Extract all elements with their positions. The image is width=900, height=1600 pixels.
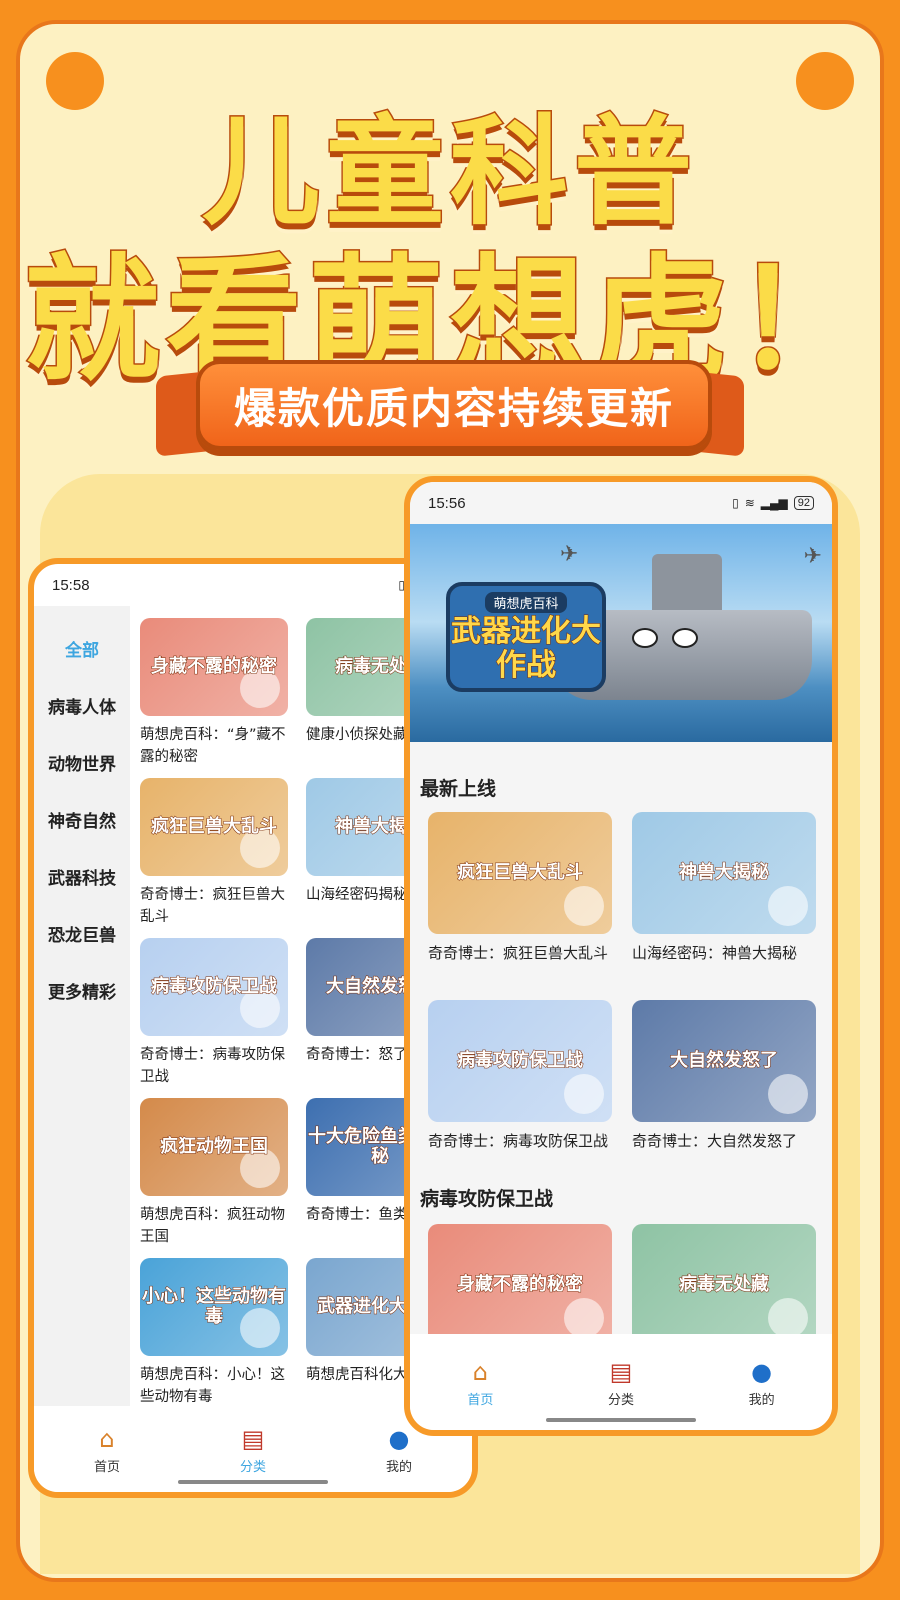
wifi-icon: ≋ [744,496,755,510]
sidebar-item[interactable]: 神奇自然 [34,791,130,848]
video-card[interactable]: 疯狂巨兽大乱斗奇奇博士：疯狂巨兽大乱斗 [140,778,288,928]
thumbnail-title: 病毒攻防保卫战 [457,1050,584,1071]
battery-icon: 92 [793,496,814,510]
video-thumbnail[interactable]: 大自然发怒了 [632,1000,816,1122]
status-bar: 15:56 ▯ ≋ ▂▄▆ 92 [410,482,832,524]
house-icon: ⌂ [472,1357,488,1386]
video-card[interactable]: 身藏不露的秘密萌想虎百科：“身”藏不露的秘密 [140,618,288,768]
thumbnail-title: 疯狂巨兽大乱斗 [457,862,584,883]
decor-orb [768,1074,808,1114]
video-title: 奇奇博士：疯狂巨兽大乱斗 [140,887,285,925]
thumbnail-title: 身藏不露的秘密 [457,1274,584,1295]
home-indicator [178,1480,328,1484]
video-thumbnail[interactable]: 疯狂巨兽大乱斗 [140,778,288,876]
video-card[interactable]: 病毒无处藏 [632,1224,816,1346]
tab-category[interactable]: ▤ 分类 [238,1424,268,1475]
tab-label: 我的 [385,1459,412,1475]
right-phone-screen: 15:56 ▯ ≋ ▂▄▆ 92 ✈ ✈ 萌想虎百科 武器进化大作战 最新上线 … [404,476,838,1436]
books-icon: ▤ [609,1357,633,1386]
video-thumbnail[interactable]: 身藏不露的秘密 [140,618,288,716]
thumbnail-title: 病毒无处藏 [679,1274,770,1295]
plane-icon: ✈ [560,542,579,567]
video-card[interactable]: 病毒攻防保卫战奇奇博士：病毒攻防保卫战 [140,938,288,1088]
virus-grid: 身藏不露的秘密 病毒无处藏 [428,1224,816,1346]
sidebar-item[interactable]: 武器科技 [34,848,130,905]
tab-label: 分类 [239,1459,266,1475]
video-card[interactable]: 大自然发怒了奇奇博士：大自然发怒了 [632,1000,816,1174]
signal-icon: ▂▄▆ [760,496,788,510]
video-card[interactable]: 病毒攻防保卫战奇奇博士：病毒攻防保卫战 [428,1000,612,1174]
section-title-virus: 病毒攻防保卫战 [420,1188,554,1210]
video-title: 奇奇博士：病毒攻防保卫战 [140,1047,285,1085]
video-thumbnail[interactable]: 神兽大揭秘 [632,812,816,934]
banner-badge: 萌想虎百科 武器进化大作战 [446,582,606,692]
thumbnail-title: 神兽大揭秘 [679,862,770,883]
decor-orb [768,886,808,926]
tab-label: 首页 [467,1392,494,1408]
status-time: 15:58 [52,576,90,594]
video-thumbnail[interactable]: 病毒攻防保卫战 [428,1000,612,1122]
video-thumbnail[interactable]: 病毒攻防保卫战 [140,938,288,1036]
user-icon: ● [751,1357,773,1386]
video-title: 奇奇博士：疯狂巨兽大乱斗 [428,944,609,962]
banner-title: 武器进化大作战 [451,613,602,683]
video-title: 萌想虎百科：疯狂动物王国 [140,1207,285,1245]
video-thumbnail[interactable]: 疯狂动物王国 [140,1098,288,1196]
thumbnail-title: 小心！这些动物有毒 [142,1286,287,1327]
tab-mine[interactable]: ● 我的 [384,1424,414,1475]
decor-orb [564,886,604,926]
status-time: 15:56 [428,494,466,512]
video-thumbnail[interactable]: 病毒无处藏 [632,1224,816,1346]
video-title: 奇奇博士：大自然发怒了 [632,1132,798,1150]
tab-home[interactable]: ⌂ 首页 [92,1424,122,1475]
tab-label: 分类 [607,1392,634,1408]
thumbnail-title: 疯狂动物王国 [160,1136,269,1157]
tab-mine[interactable]: ● 我的 [747,1357,777,1408]
home-indicator [546,1418,696,1422]
latest-grid: 疯狂巨兽大乱斗 奇奇博士：疯狂巨兽大乱斗 神兽大揭秘 山海经密码：神兽大揭秘 病毒攻防保… [428,812,816,1174]
status-icons: ▯ ≋ ▂▄▆ 92 [732,496,814,510]
decor-orb [768,1298,808,1338]
video-thumbnail[interactable]: 小心！这些动物有毒 [140,1258,288,1356]
video-thumbnail[interactable]: 身藏不露的秘密 [428,1224,612,1346]
bottom-tab-bar: ⌂ 首页 ▤ 分类 ● 我的 [410,1334,832,1430]
section-title-latest: 最新上线 [420,778,497,800]
ship-eye [672,628,698,648]
video-thumbnail[interactable]: 疯狂巨兽大乱斗 [428,812,612,934]
thumbnail-title: 疯狂巨兽大乱斗 [151,816,278,837]
decor-orb [564,1074,604,1114]
thumbnail-title: 病毒攻防保卫战 [151,976,278,997]
category-sidebar: 全部 病毒人体 动物世界 神奇自然 武器科技 恐龙巨兽 更多精彩 [34,606,130,1406]
house-icon: ⌂ [99,1424,115,1453]
decor-orb [564,1298,604,1338]
video-title: 奇奇博士：病毒攻防保卫战 [428,1132,609,1150]
sidebar-item[interactable]: 更多精彩 [34,962,130,1019]
tab-label: 首页 [93,1459,120,1475]
sidebar-item[interactable]: 动物世界 [34,734,130,791]
vibrate-icon: ▯ [732,496,739,510]
video-card[interactable]: 疯狂巨兽大乱斗奇奇博士：疯狂巨兽大乱斗 [428,812,612,986]
plane-icon: ✈ [803,544,822,569]
featured-banner[interactable]: ✈ ✈ 萌想虎百科 武器进化大作战 [410,524,832,742]
sidebar-item[interactable]: 全部 [34,620,130,677]
video-card[interactable]: 小心！这些动物有毒 萌想虎百科：小心！这些动物有毒 [140,1258,288,1408]
sidebar-item[interactable]: 病毒人体 [34,677,130,734]
tab-category[interactable]: ▤ 分类 [606,1357,636,1408]
video-card[interactable]: 神兽大揭秘山海经密码：神兽大揭秘 [632,812,816,986]
tab-home[interactable]: ⌂ 首页 [465,1357,495,1408]
banner-subtitle: 萌想虎百科 [485,591,567,613]
sidebar-item[interactable]: 恐龙巨兽 [34,905,130,962]
thumbnail-title: 身藏不露的秘密 [151,656,278,677]
video-title: 山海经密码：神兽大揭秘 [632,944,798,962]
thumbnail-title: 大自然发怒了 [670,1050,779,1071]
video-card[interactable]: 疯狂动物王国萌想虎百科：疯狂动物王国 [140,1098,288,1248]
video-title: 萌想虎百科：小心！这些动物有毒 [140,1367,285,1405]
tab-label: 我的 [748,1392,775,1408]
video-card[interactable]: 身藏不露的秘密 [428,1224,612,1346]
books-icon: ▤ [241,1424,265,1453]
video-title: 萌想虎百科：“身”藏不露的秘密 [140,727,286,765]
promo-ribbon: 爆款优质内容持续更新 [196,360,712,450]
ship-eye [632,628,658,648]
